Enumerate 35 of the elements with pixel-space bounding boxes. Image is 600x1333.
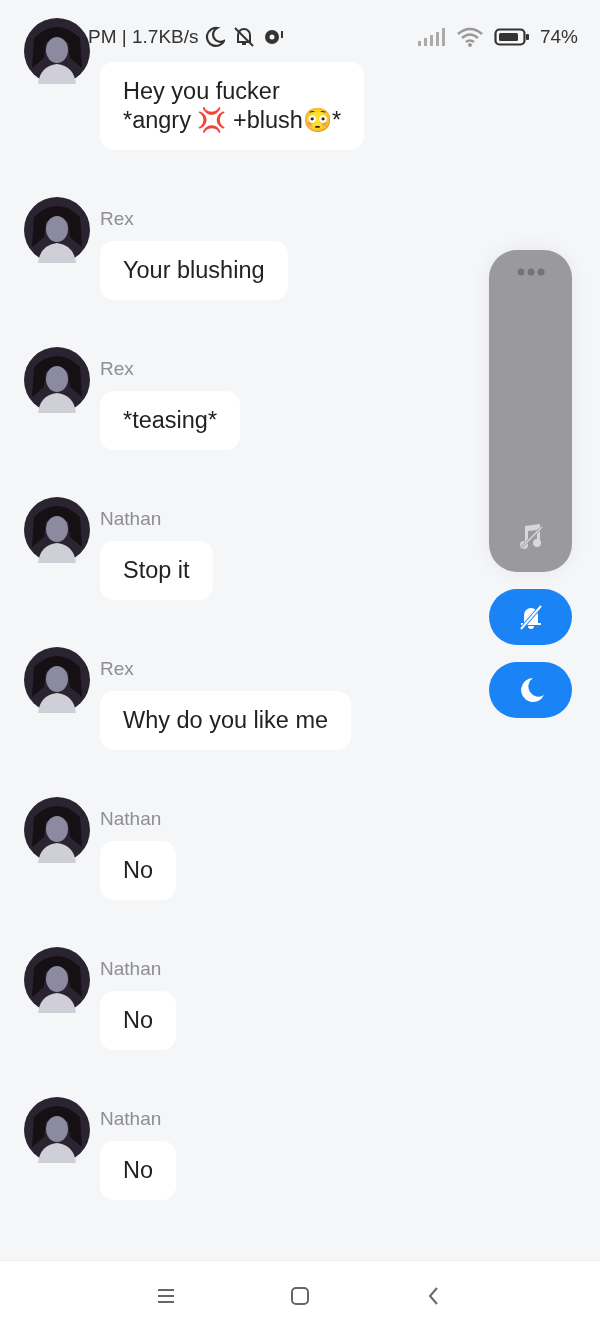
avatar[interactable]: [24, 797, 90, 863]
music-off-icon: [517, 522, 544, 550]
moon-icon: [204, 26, 225, 48]
sender-name: Rex: [100, 357, 134, 381]
message-bubble: Hey you fucker *angry 💢 +blush😳*: [100, 62, 365, 150]
avatar[interactable]: [24, 197, 90, 263]
avatar[interactable]: [24, 18, 90, 84]
home-icon[interactable]: [289, 1285, 311, 1307]
do-not-disturb-button[interactable]: [489, 662, 572, 718]
avatar[interactable]: [24, 347, 90, 413]
wifi-icon: [455, 27, 484, 47]
avatar[interactable]: [24, 497, 90, 563]
avatar[interactable]: [24, 1097, 90, 1163]
message-bubble: No: [100, 841, 177, 900]
sender-name: Rex: [100, 657, 134, 681]
avatar[interactable]: [24, 947, 90, 1013]
sender-name: Nathan: [100, 807, 162, 831]
message-bubble: Your blushing: [100, 241, 288, 300]
message-bubble: Why do you like me: [100, 691, 352, 750]
sender-name: Nathan: [100, 1107, 162, 1131]
mute-button[interactable]: [489, 589, 572, 645]
message-bubble: No: [100, 991, 177, 1050]
notification-icon: [262, 27, 285, 47]
battery-icon: [493, 28, 530, 46]
avatar[interactable]: [24, 647, 90, 713]
message-bubble: Stop it: [100, 541, 213, 600]
message-bubble: No: [100, 1141, 177, 1200]
message-bubble: *teasing*: [100, 391, 241, 450]
signal-icon: [417, 28, 446, 46]
sender-name: Nathan: [100, 507, 162, 531]
sender-name: Rex: [100, 207, 134, 231]
status-text: PM | 1.7KB/s: [88, 26, 199, 48]
battery-percentage: 74%: [539, 26, 578, 48]
volume-slider[interactable]: [489, 250, 572, 572]
sender-name: Nathan: [100, 957, 162, 981]
